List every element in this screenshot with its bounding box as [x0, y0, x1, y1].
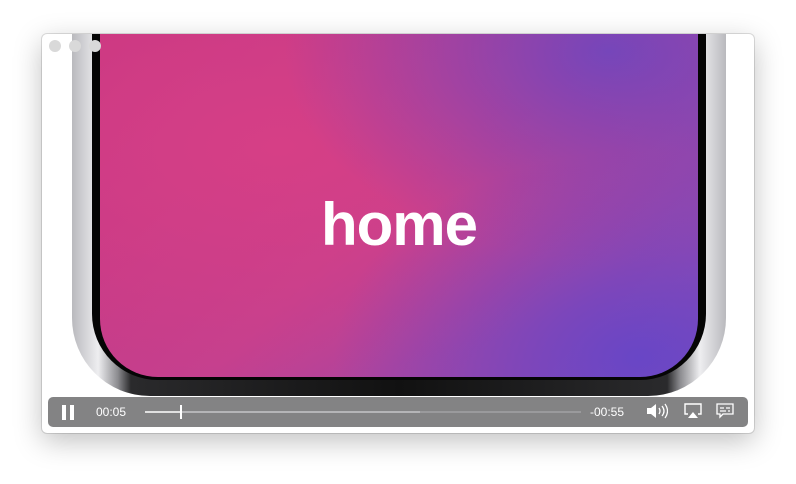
phone-frame: home — [72, 34, 726, 396]
airplay-icon[interactable] — [684, 403, 702, 422]
buffered-bar — [145, 411, 420, 413]
zoom-button[interactable] — [89, 40, 101, 52]
video-caption: home — [320, 191, 478, 258]
video-frame[interactable]: home — [100, 34, 698, 377]
volume-icon[interactable] — [646, 403, 669, 422]
close-button[interactable] — [49, 40, 61, 52]
subtitles-icon[interactable] — [716, 403, 734, 422]
scrubber-handle[interactable] — [180, 405, 183, 419]
progress-scrubber[interactable] — [145, 405, 581, 419]
current-time: 00:05 — [96, 405, 127, 419]
video-player-window: home 00:05 -00:55 — [42, 34, 754, 433]
playback-controls: 00:05 -00:55 — [48, 397, 748, 427]
pause-icon[interactable] — [62, 405, 74, 420]
minimize-button[interactable] — [69, 40, 81, 52]
window-controls — [49, 40, 101, 52]
remaining-time: -00:55 — [590, 405, 625, 419]
played-bar — [145, 411, 182, 413]
